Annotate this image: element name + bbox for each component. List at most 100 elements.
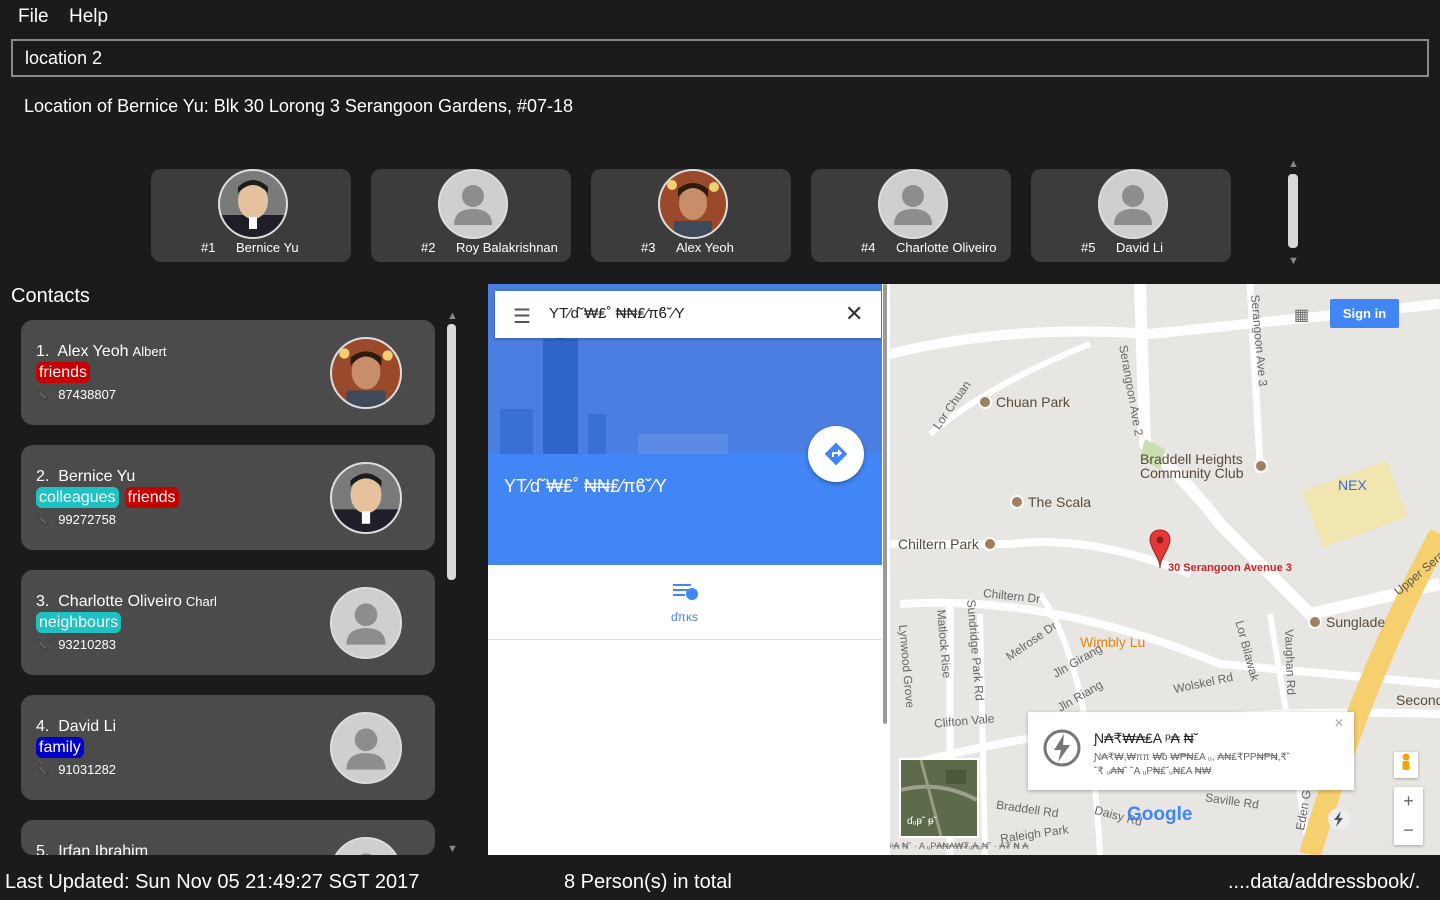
contact-name: Irfan Ibrahim xyxy=(58,843,149,855)
close-icon[interactable]: ✕ xyxy=(845,301,863,327)
action-label[interactable]: ɗπκs xyxy=(671,610,698,624)
phone-number: 99272758 xyxy=(58,511,117,527)
command-input[interactable] xyxy=(11,39,1429,77)
map-place[interactable]: Sunglade xyxy=(1308,614,1385,630)
map-place[interactable]: Second xyxy=(1396,692,1440,708)
place-label: Braddell Heights Community Club xyxy=(1140,451,1244,481)
map-search-box[interactable]: ☰ YT⁄ɗ˘₩₤˚ ₦₦₤⁄πϐ˘⁄Y ✕ xyxy=(495,291,881,338)
save-location: ....data/addressbook/. xyxy=(1228,871,1421,893)
contact-name: Charlotte Oliveiro xyxy=(58,593,182,610)
contact-phone: 📞 91031282 xyxy=(36,761,116,777)
phone-icon: 📞 xyxy=(36,636,53,651)
menu-bar: File Help xyxy=(0,0,1440,34)
zoom-in-button[interactable]: + xyxy=(1394,787,1423,816)
contact-index: 3. xyxy=(36,593,50,610)
map-place[interactable]: NEX xyxy=(1338,477,1367,493)
contact-card[interactable]: 1. Alex Yeoh Albert friends 📞 87438807 xyxy=(21,320,435,425)
favorite-number: #4 xyxy=(861,240,876,255)
contact-card[interactable]: 5. Irfan Ibrahim xyxy=(21,820,435,855)
favorite-number: #5 xyxy=(1081,240,1096,255)
favorite-name: Roy Balakrishnan xyxy=(456,240,558,255)
place-label: NEX xyxy=(1338,477,1367,493)
contacts-heading: Contacts xyxy=(11,285,90,307)
nearby-icon[interactable] xyxy=(670,581,700,601)
place-label: Chiltern Park xyxy=(898,536,979,552)
favorite-card[interactable]: #3 Alex Yeoh xyxy=(591,169,791,262)
avatar xyxy=(330,337,402,409)
zoom-control: + − xyxy=(1394,787,1423,845)
place-pin-icon xyxy=(1308,615,1322,629)
apps-grid-icon[interactable]: ▦ xyxy=(1294,305,1309,325)
map-footer: ᵖ₳ ₦˘ · A ᵤP₳₦₳₩₮ᵤ₳ᵤ₦˘ · ₳₮ ₦ ₳ xyxy=(890,841,1029,851)
favorite-name: Bernice Yu xyxy=(236,240,299,255)
map-place[interactable]: Chiltern Park xyxy=(898,536,997,552)
favorite-card[interactable]: #5 David Li xyxy=(1031,169,1231,262)
info-window: Ɲ₳₹₩₳₤A ᵖ₳ ₦˘ Ɲ₳₹₩,₩ππ ₩ᵬ ₩₱₦₤A ᵤ, ₳₦₤₹P… xyxy=(1028,712,1354,790)
map-search-text: YT⁄ɗ˘₩₤˚ ₦₦₤⁄πϐ˘⁄Y xyxy=(549,305,685,322)
map-browser-panel: ☰ YT⁄ɗ˘₩₤˚ ₦₦₤⁄πϐ˘⁄Y ✕ YT⁄ɗ˘₩₤˚ ₦₦₤⁄πϐ˘⁄… xyxy=(488,284,1440,855)
favorite-number: #1 xyxy=(201,240,216,255)
contact-name: Bernice Yu xyxy=(58,468,136,485)
favorite-card[interactable]: #2 Roy Balakrishnan xyxy=(371,169,571,262)
contact-name-line: 4. David Li xyxy=(36,718,120,736)
tag: friends xyxy=(124,487,179,508)
zoom-out-button[interactable]: − xyxy=(1394,816,1423,845)
panel-scrollbar[interactable] xyxy=(883,284,887,724)
info-line: ˘₹ ᵤ₳₦˘ ˘A ᵤP₦₤˘ᵤ₦₤A ₦₩ xyxy=(1094,766,1212,777)
contacts-scrollbar[interactable] xyxy=(447,324,456,580)
map-place[interactable]: Chuan Park xyxy=(978,394,1070,410)
favorite-name: David Li xyxy=(1116,240,1163,255)
place-label: Second xyxy=(1396,692,1440,708)
contact-card[interactable]: 3. Charlotte Oliveiro Charl neighbours 📞 9… xyxy=(21,570,435,675)
contact-name-line: 1. Alex Yeoh Albert xyxy=(36,343,167,361)
favorite-name: Alex Yeoh xyxy=(676,240,734,255)
tag: family xyxy=(36,737,84,758)
pegman-icon[interactable] xyxy=(1394,752,1418,778)
contact-name-line: 3. Charlotte Oliveiro Charl xyxy=(36,593,217,611)
lightning-icon xyxy=(1043,729,1081,767)
scroll-up-arrow-icon[interactable]: ▲ xyxy=(1288,158,1299,170)
scroll-down-arrow-icon[interactable]: ▼ xyxy=(1288,255,1299,267)
tag-list: family xyxy=(36,737,84,758)
menu-file[interactable]: File xyxy=(18,6,49,28)
favorite-card[interactable]: #1 Bernice Yu xyxy=(151,169,351,262)
tag-list: colleagues friends xyxy=(36,487,179,508)
favorite-name: Charlotte Oliveiro xyxy=(896,240,997,255)
sign-in-button[interactable]: Sign in xyxy=(1330,299,1399,328)
phone-icon: 📞 xyxy=(36,511,53,526)
tag: friends xyxy=(36,362,91,383)
map-place[interactable]: The Scala xyxy=(1010,494,1091,510)
contact-index: 4. xyxy=(36,718,50,735)
map-area[interactable]: Chuan Park Braddell Heights Community Cl… xyxy=(890,284,1440,855)
satellite-thumbnail[interactable]: ɗᵤᵽ˘ ᵽ˘ xyxy=(899,758,979,838)
phone-icon: 📞 xyxy=(36,761,53,776)
avatar xyxy=(218,169,288,239)
favorite-card[interactable]: #4 Charlotte Oliveiro xyxy=(811,169,1011,262)
contact-card[interactable]: 2. Bernice Yu colleagues friends 📞 992727… xyxy=(21,445,435,550)
favorite-number: #3 xyxy=(641,240,656,255)
thumbnail-label: ɗᵤᵽ˘ ᵽ˘ xyxy=(907,816,937,827)
directions-icon xyxy=(824,442,848,466)
directions-button[interactable] xyxy=(808,426,864,482)
list-scroll-up-icon[interactable]: ▲ xyxy=(447,310,458,322)
place-pin-icon xyxy=(1010,495,1024,509)
phone-number: 91031282 xyxy=(58,761,117,777)
list-scroll-down-icon[interactable]: ▼ xyxy=(447,843,458,855)
lightning-icon[interactable] xyxy=(1328,808,1350,830)
result-display: Location of Bernice Yu: Blk 30 Lorong 3 … xyxy=(24,96,574,116)
place-label: Chuan Park xyxy=(996,394,1070,410)
default-avatar-icon xyxy=(438,169,508,239)
last-updated: Last Updated: Sun Nov 05 21:49:27 SGT 20… xyxy=(5,871,420,893)
close-icon[interactable]: ✕ xyxy=(1334,716,1344,730)
place-pin-icon xyxy=(978,395,992,409)
contact-name-line: 2. Bernice Yu xyxy=(36,468,139,486)
place-label: Sunglade xyxy=(1326,614,1386,630)
contact-card[interactable]: 4. David Li family 📞 91031282 xyxy=(21,695,435,800)
map-place[interactable]: Braddell Heights Community Club xyxy=(1140,452,1268,480)
default-avatar-icon xyxy=(330,837,402,855)
menu-help[interactable]: Help xyxy=(69,6,108,28)
tag: colleagues xyxy=(36,487,119,508)
favorites-scrollbar[interactable] xyxy=(1288,174,1298,248)
hamburger-menu-icon[interactable]: ☰ xyxy=(513,304,531,329)
place-title: YT⁄ɗ˘₩₤˚ ₦₦₤⁄πϐ˘⁄Y xyxy=(504,476,667,496)
